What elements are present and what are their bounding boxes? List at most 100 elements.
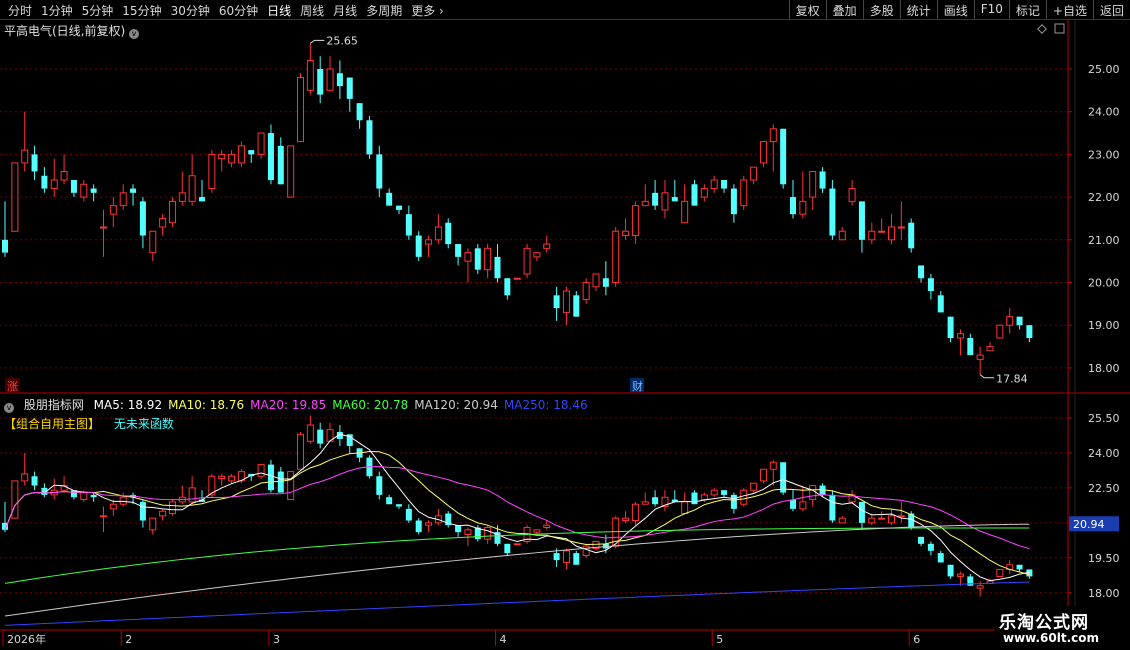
candle-body <box>523 247 531 275</box>
candle-body <box>317 429 324 444</box>
candle-body <box>918 536 925 544</box>
candle-body <box>287 471 295 501</box>
future-note: 无未来函数 <box>113 417 174 431</box>
candle-body <box>434 226 442 241</box>
ma-label: MA250: 18.46 <box>503 398 588 412</box>
stock-title: 平高电气(日线,前复权) <box>4 24 126 38</box>
candle-body <box>721 490 728 495</box>
candle-body <box>759 141 767 164</box>
candle-body <box>809 485 817 501</box>
candle-body <box>927 543 934 551</box>
candle-body <box>513 543 521 546</box>
candle-body <box>1016 316 1023 326</box>
candle-body <box>149 230 157 254</box>
candle-body <box>730 188 737 215</box>
candle-body <box>809 170 817 198</box>
candle-body <box>21 149 29 164</box>
candle-body <box>376 476 383 495</box>
candle-body <box>819 171 826 189</box>
price-tick-label: 19.00 <box>1088 319 1120 332</box>
candle-body <box>484 527 492 540</box>
candle-body <box>159 510 167 517</box>
candle-body <box>218 153 226 160</box>
chevron-down-icon[interactable]: v <box>4 403 14 413</box>
candle-body <box>543 524 551 529</box>
candle-body <box>543 243 551 249</box>
candle-body <box>100 226 107 229</box>
price-tick-label: 24.00 <box>1088 106 1120 119</box>
candle-body <box>976 354 984 360</box>
logo-title: 乐淘公式网 <box>999 613 1089 633</box>
month-label: 6 <box>913 633 920 646</box>
candle-body <box>897 515 905 518</box>
candle-body <box>562 550 570 563</box>
candle-body <box>780 462 787 493</box>
indicator-header: v 股朋指标网 MA5: 18.92 MA10: 18.76 MA20: 19.85… <box>4 396 600 413</box>
candle-body <box>976 585 984 589</box>
candle-body <box>317 69 324 95</box>
ma-lines <box>4 433 1030 626</box>
candle-body <box>641 501 649 505</box>
candle-body <box>248 150 255 155</box>
candle-body <box>178 192 186 202</box>
ma250-line <box>4 581 1030 626</box>
stock-title-bar[interactable]: 平高电气(日线,前复权) v <box>4 22 140 39</box>
candle-body <box>681 200 689 224</box>
candle-body <box>956 333 964 339</box>
indicator-name[interactable]: 股朋指标网 <box>24 398 84 412</box>
price-tick-label: 22.00 <box>1088 191 1120 204</box>
price-tag: 20.94 <box>1073 518 1105 531</box>
candle-body <box>622 230 630 237</box>
candle-body <box>661 192 669 211</box>
candle-body <box>504 543 511 554</box>
candle-body <box>1016 564 1023 570</box>
ma60-line <box>4 527 1030 584</box>
candle-body <box>592 273 600 288</box>
candle-body <box>2 239 8 253</box>
event-marker-cai: 财 <box>632 379 643 393</box>
candle-body <box>918 265 925 279</box>
candle-body <box>730 494 737 509</box>
candle-body <box>750 166 758 181</box>
candle-body <box>897 226 905 229</box>
candle-body <box>602 278 609 287</box>
candle-body <box>937 553 944 563</box>
candle-body <box>188 175 196 202</box>
candle-body <box>799 501 807 510</box>
candle-body <box>622 517 630 522</box>
candle-body <box>366 120 373 155</box>
candle-body <box>149 517 157 531</box>
event-marker-zhang: 涨 <box>7 380 18 393</box>
window-icon <box>1054 23 1065 34</box>
chart-area[interactable]: 25.00 24.00 23.00 22.00 21.00 20.00 19.00 18.00… <box>0 0 1130 650</box>
candle-body <box>769 461 777 470</box>
candle-body <box>1006 316 1014 326</box>
candle-body <box>90 494 97 498</box>
candle-body <box>277 145 284 185</box>
candle-body <box>888 226 895 241</box>
candle-body <box>80 183 88 198</box>
low-price-label: 17.84 <box>996 373 1028 386</box>
candle-body <box>573 295 580 317</box>
candle-body <box>228 153 236 164</box>
candle-body <box>455 244 462 257</box>
candle-body <box>50 179 58 190</box>
candle-body <box>848 188 856 202</box>
candle-body <box>386 497 393 505</box>
candle-body <box>967 338 974 356</box>
candle-body <box>159 217 167 228</box>
candle-body <box>829 188 836 236</box>
candle-body <box>267 464 274 491</box>
candle-body <box>326 68 334 91</box>
candle-body <box>652 497 659 505</box>
candle-body <box>109 503 117 510</box>
chevron-down-icon[interactable]: v <box>129 29 140 39</box>
candle-body <box>562 290 570 313</box>
candle-body <box>31 154 38 172</box>
candle-body <box>474 248 481 270</box>
ma10-line <box>4 451 1030 576</box>
candle-body <box>868 517 876 524</box>
candle-body <box>759 468 767 482</box>
candle-body <box>582 545 590 556</box>
candle-body <box>297 433 304 470</box>
